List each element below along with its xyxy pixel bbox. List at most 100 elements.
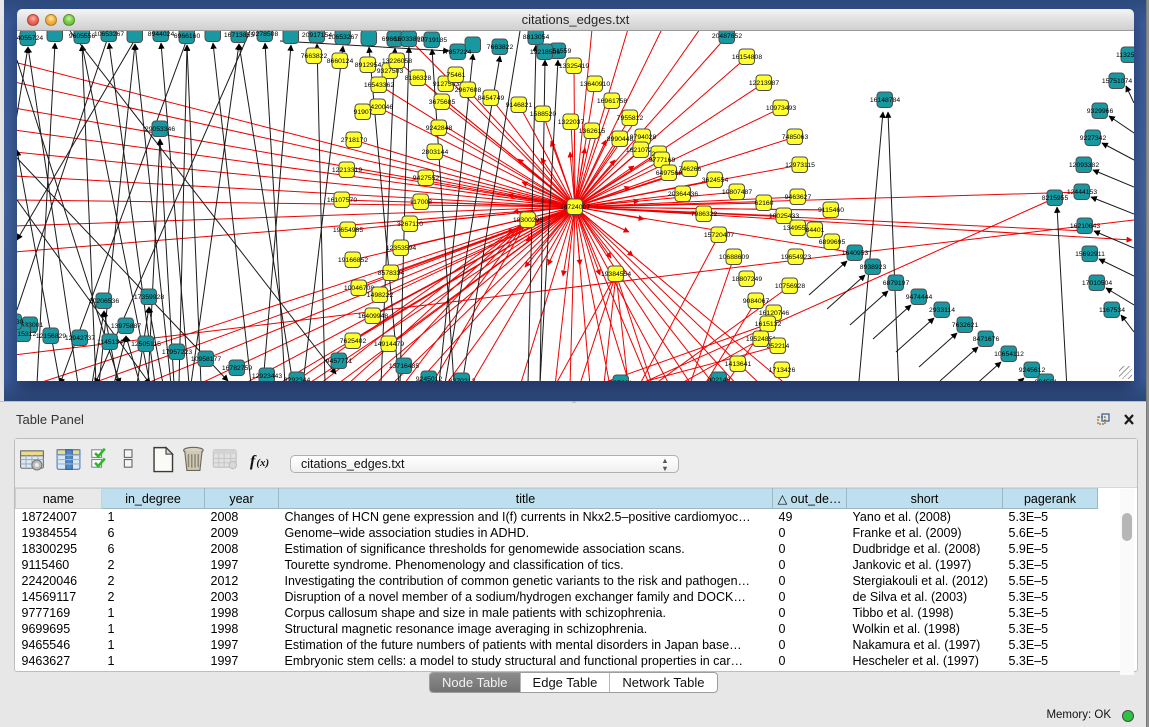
svg-text:20364436: 20364436 <box>668 191 698 198</box>
svg-text:9146821: 9146821 <box>506 102 533 109</box>
svg-text:18300295: 18300295 <box>513 217 543 224</box>
svg-text:9474444: 9474444 <box>906 294 933 301</box>
svg-text:7632621: 7632621 <box>952 322 979 329</box>
svg-text:9115460: 9115460 <box>818 207 844 214</box>
svg-text:16782759: 16782759 <box>222 365 252 372</box>
svg-text:14914479: 14914479 <box>374 341 404 348</box>
svg-text:29053346: 29053346 <box>145 126 175 133</box>
svg-text:2718170: 2718170 <box>341 137 368 144</box>
svg-text:10025433: 10025433 <box>769 213 799 220</box>
svg-text:12093382: 12093382 <box>1069 162 1099 169</box>
svg-text:9227342: 9227342 <box>1080 135 1107 142</box>
svg-text:12973115: 12973115 <box>785 162 815 169</box>
svg-text:16107570: 16107570 <box>327 197 357 204</box>
svg-text:402146: 402146 <box>708 377 731 381</box>
svg-text:19654923: 19654923 <box>781 254 811 261</box>
svg-text:1498222: 1498222 <box>367 292 394 299</box>
svg-text:1615132: 1615132 <box>755 321 782 328</box>
svg-text:7663822: 7663822 <box>301 53 328 60</box>
svg-text:6899695: 6899695 <box>819 239 846 246</box>
svg-text:9242848: 9242848 <box>426 125 453 132</box>
svg-text:9327503: 9327503 <box>377 68 404 75</box>
svg-text:12156829: 12156829 <box>36 333 66 340</box>
svg-text:924561: 924561 <box>1035 379 1058 381</box>
svg-text:15751074: 15751074 <box>1102 78 1132 85</box>
svg-text:15692911: 15692911 <box>1075 251 1105 258</box>
svg-text:3675685: 3675685 <box>429 99 456 106</box>
svg-text:1588520: 1588520 <box>530 111 557 118</box>
svg-text:1132549: 1132549 <box>1116 52 1134 59</box>
svg-text:10756928: 10756928 <box>775 283 805 290</box>
svg-text:19166852: 19166852 <box>338 257 368 264</box>
svg-text:8660124: 8660124 <box>327 58 354 65</box>
svg-text:75461: 75461 <box>447 72 466 79</box>
svg-text:16713855: 16713855 <box>224 32 254 39</box>
svg-text:9777169: 9777169 <box>649 157 676 164</box>
svg-text:6879197: 6879197 <box>883 280 910 287</box>
svg-text:10046708: 10046708 <box>344 285 374 292</box>
svg-text:19384554: 19384554 <box>601 271 631 278</box>
svg-text:10653267: 10653267 <box>94 31 124 38</box>
svg-text:8454749: 8454749 <box>478 95 505 102</box>
svg-text:95330: 95330 <box>17 319 24 326</box>
svg-text:117008: 117008 <box>410 199 432 206</box>
svg-text:7986322: 7986322 <box>691 211 718 218</box>
svg-text:19654985: 19654985 <box>333 227 363 234</box>
svg-text:18807249: 18807249 <box>732 276 762 283</box>
svg-text:1167534: 1167534 <box>1099 307 1125 314</box>
svg-text:3267110: 3267110 <box>397 221 423 228</box>
svg-text:16210643: 16210643 <box>1070 223 1100 230</box>
svg-text:9427552: 9427552 <box>413 175 440 182</box>
svg-text:12444153: 12444153 <box>1067 189 1097 196</box>
svg-text:6966160: 6966160 <box>174 33 201 40</box>
svg-text:13226058: 13226058 <box>382 58 412 65</box>
svg-text:19218506: 19218506 <box>530 49 560 56</box>
svg-text:18724007: 18724007 <box>560 204 590 211</box>
svg-text:6497568: 6497568 <box>656 170 683 177</box>
svg-text:12923443: 12923443 <box>252 373 282 380</box>
svg-text:12213319: 12213319 <box>332 167 362 174</box>
svg-text:9245012: 9245012 <box>416 376 443 381</box>
svg-text:10973493: 10973493 <box>766 105 796 112</box>
svg-text:1640953: 1640953 <box>842 250 869 257</box>
svg-text:16033809: 16033809 <box>394 36 424 43</box>
svg-text:9292344: 9292344 <box>284 377 311 381</box>
svg-text:9794028: 9794028 <box>630 134 657 141</box>
svg-text:10958177: 10958177 <box>191 356 221 363</box>
svg-text:8370212: 8370212 <box>449 378 476 381</box>
svg-text:1145134: 1145134 <box>97 339 123 346</box>
svg-text:9084067: 9084067 <box>743 298 770 305</box>
svg-text:12942737: 12942737 <box>65 335 95 342</box>
svg-text:9278508: 9278508 <box>252 31 279 38</box>
svg-text:9329966: 9329966 <box>1087 108 1114 115</box>
svg-text:1713426: 1713426 <box>769 367 796 374</box>
svg-text:252214: 252214 <box>767 343 790 350</box>
svg-text:8813054: 8813054 <box>523 34 550 41</box>
svg-text:9245612: 9245612 <box>1019 367 1046 374</box>
svg-text:13325419: 13325419 <box>559 63 589 70</box>
svg-text:62160: 62160 <box>755 200 774 207</box>
svg-text:2967608: 2967608 <box>455 87 482 94</box>
svg-text:1413641: 1413641 <box>725 361 752 368</box>
svg-text:13640910: 13640910 <box>580 81 610 88</box>
svg-text:13975887: 13975887 <box>111 323 141 330</box>
svg-text:17359928: 17359928 <box>134 294 164 301</box>
svg-text:3624554: 3624554 <box>702 177 729 184</box>
svg-text:1322037: 1322037 <box>558 119 585 126</box>
svg-text:8578334: 8578334 <box>378 270 405 277</box>
svg-text:10688609: 10688609 <box>719 254 749 261</box>
svg-text:2933114: 2933114 <box>929 307 955 314</box>
svg-text:12505115: 12505115 <box>131 341 161 348</box>
svg-text:9605556: 9605556 <box>69 33 96 40</box>
svg-text:2803144: 2803144 <box>422 149 449 156</box>
svg-text:17957223: 17957223 <box>162 349 192 356</box>
svg-text:937021: 937021 <box>610 380 633 381</box>
svg-text:12353594: 12353594 <box>386 245 416 252</box>
svg-text:7857224: 7857224 <box>445 49 472 56</box>
svg-text:16543362: 16543362 <box>364 82 394 89</box>
svg-text:14055724: 14055724 <box>17 35 43 42</box>
svg-text:7485063: 7485063 <box>782 134 809 141</box>
svg-text:1362615: 1362615 <box>579 128 606 135</box>
svg-text:9457771: 9457771 <box>326 358 353 365</box>
svg-text:3915312: 3915312 <box>17 331 36 338</box>
